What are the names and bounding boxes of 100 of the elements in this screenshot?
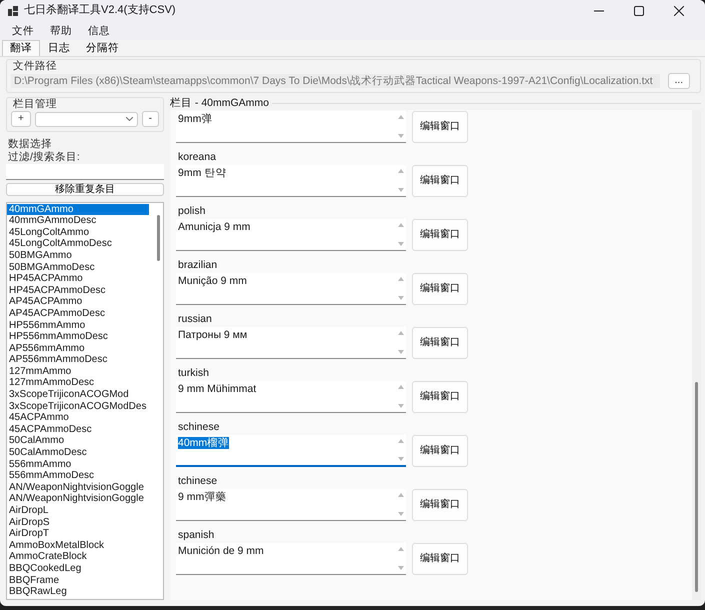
browse-button[interactable]: ... [668, 73, 690, 90]
scrollbar-thumb[interactable] [692, 382, 701, 592]
chevron-down-icon [126, 117, 133, 122]
list-item[interactable]: AN/WeaponNightvisionGoggle [7, 493, 155, 505]
edit-window-button[interactable]: 编辑窗口 [412, 110, 468, 143]
menu-item[interactable]: 文件 [4, 24, 42, 38]
path-field[interactable]: D:\Program Files (x86)\Steam\steamapps\common\7 Days To Die\Mods\战术行动武器Tactical Weapons-1997-A21\Config\Localization.txt [11, 74, 660, 88]
edit-window-button[interactable]: 编辑窗口 [412, 218, 468, 251]
list-item[interactable]: AP45ACPAmmoDesc [7, 308, 155, 320]
scroll-up-icon[interactable] [398, 546, 404, 551]
edit-window-button[interactable]: 编辑窗口 [412, 164, 468, 197]
list-item[interactable]: 3xScopeTrijiconACOGModDes [7, 400, 155, 412]
field-text: 40mm榴弹 [178, 436, 230, 449]
language-label: turkish [177, 366, 210, 381]
list-item[interactable]: 556mmAmmoDesc [7, 470, 155, 482]
language-label: koreana [177, 150, 217, 165]
scroll-up-icon[interactable] [398, 276, 404, 281]
list-item[interactable]: AmmoCrateBlock [7, 551, 155, 563]
edit-window-button[interactable]: 编辑窗口 [412, 488, 468, 521]
scroll-up-icon[interactable] [398, 222, 404, 227]
scroll-up-icon[interactable] [398, 384, 404, 389]
list-item[interactable]: 50CalAmmoDesc [7, 447, 155, 459]
list-item[interactable]: HP45ACPAmmoDesc [7, 284, 155, 296]
language-label: schinese [177, 420, 220, 435]
list-item[interactable]: HP556mmAmmo [7, 320, 155, 332]
language-label: polish [177, 204, 206, 219]
filter-field[interactable] [6, 164, 164, 180]
scroll-down-icon[interactable] [398, 566, 404, 570]
menu-item[interactable]: 信息 [80, 24, 118, 38]
list-item[interactable]: AP45ACPAmmo [7, 296, 155, 308]
text-area[interactable]: 9mm 탄약 [176, 164, 406, 197]
list-item[interactable]: AN/WeaponNightvisionGoggle [7, 482, 155, 494]
scroll-up-icon[interactable] [398, 492, 404, 497]
list-item[interactable]: 3xScopeTrijiconACOGMod [7, 389, 155, 401]
edit-window-button[interactable]: 编辑窗口 [412, 272, 468, 305]
menu-item[interactable]: 帮助 [42, 24, 80, 38]
scroll-down-icon[interactable] [398, 404, 404, 408]
add-button[interactable]: + [11, 111, 31, 128]
close-icon[interactable] [674, 6, 684, 16]
tab[interactable]: 日志 [40, 40, 78, 56]
list-item[interactable]: AP556mmAmmoDesc [7, 354, 155, 366]
language-label: brazilian [177, 258, 218, 273]
scroll-down-icon[interactable] [398, 350, 404, 354]
app-icon [8, 6, 18, 16]
scrollbar-thumb[interactable] [155, 214, 163, 261]
list-item[interactable]: 127mmAmmo [7, 366, 155, 378]
tab[interactable]: 分隔符 [78, 40, 127, 56]
field-text: 9mm 탄약 [178, 166, 226, 179]
text-area[interactable]: 9 mm彈藥 [176, 488, 406, 521]
column-dropdown[interactable] [34, 112, 138, 127]
scroll-down-icon[interactable] [398, 296, 404, 300]
list-item[interactable]: 45LongColtAmmo [7, 226, 155, 238]
scroll-down-icon[interactable] [398, 456, 404, 461]
text-area[interactable]: Munición de 9 mm [176, 542, 406, 575]
list-item[interactable]: HP556mmAmmoDesc [7, 331, 155, 343]
edit-window-button[interactable]: 编辑窗口 [412, 380, 468, 413]
field-text: 9 mm彈藥 [178, 490, 226, 503]
text-area[interactable]: Amunicja 9 mm [176, 218, 406, 251]
tab[interactable]: 翻译 [2, 40, 40, 56]
list-item[interactable]: 127mmAmmoDesc [7, 377, 155, 390]
scroll-down-icon[interactable] [398, 134, 404, 138]
list-item[interactable]: AP556mmAmmo [7, 342, 155, 354]
scroll-up-icon[interactable] [398, 168, 404, 173]
text-area[interactable]: 40mm榴弹 [176, 434, 406, 467]
scroll-up-icon[interactable] [398, 438, 404, 443]
list-item[interactable]: HP45ACPAmmo [7, 273, 155, 285]
list-item[interactable]: AmmoBoxMetalBlock [7, 540, 155, 552]
group-label: 文件路径 [11, 60, 59, 73]
scroll-up-icon[interactable] [398, 330, 404, 335]
list-item[interactable]: AirDropS [7, 516, 155, 528]
list-item[interactable]: 45LongColtAmmoDesc [7, 238, 155, 250]
scroll-down-icon[interactable] [398, 188, 404, 192]
list-item[interactable]: BBQRawLeg [7, 586, 155, 598]
list-item[interactable]: 45ACPAmmoDesc [7, 424, 155, 436]
list-item[interactable]: 40mmGAmmo [7, 204, 149, 216]
list-item[interactable]: BBQCookedLeg [7, 562, 155, 575]
maximize-icon[interactable] [634, 6, 644, 16]
group-label: 栏目管理 [11, 98, 59, 111]
text-area[interactable]: Munição 9 mm [176, 272, 406, 305]
list-item[interactable]: AirDropL [7, 505, 155, 517]
list-item[interactable]: 40mmGAmmoDesc [7, 215, 155, 227]
list-item[interactable]: BBQFrame [7, 574, 155, 586]
list-item[interactable]: 556mmAmmo [7, 458, 155, 470]
list-item[interactable]: AirDropT [7, 528, 155, 540]
text-area[interactable]: 9 mm Mühimmat [176, 380, 406, 413]
edit-window-button[interactable]: 编辑窗口 [412, 542, 468, 575]
scroll-down-icon[interactable] [398, 242, 404, 246]
list-item[interactable]: 50BMGAmmo [7, 250, 155, 262]
edit-window-button[interactable]: 编辑窗口 [412, 326, 468, 359]
remove-button[interactable]: - [142, 111, 159, 128]
list-item[interactable]: 50BMGAmmoDesc [7, 262, 155, 274]
language-label: tchinese [177, 474, 218, 489]
list-item[interactable]: 50CalAmmo [7, 435, 155, 448]
list-item[interactable]: 45ACPAmmo [7, 412, 155, 424]
text-area[interactable]: 9mm弹 [176, 110, 406, 143]
remove-duplicates-button[interactable]: 移除重复条目 [6, 182, 164, 196]
scroll-down-icon[interactable] [398, 512, 404, 516]
text-area[interactable]: Патроны 9 мм [176, 326, 406, 359]
edit-window-button[interactable]: 编辑窗口 [412, 434, 468, 467]
scroll-up-icon[interactable] [398, 114, 404, 119]
